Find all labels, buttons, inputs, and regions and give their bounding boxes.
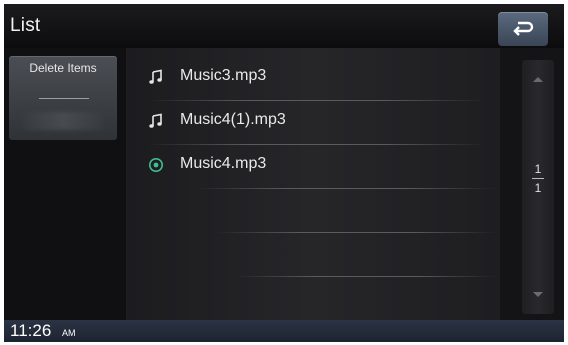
scroll-up-button[interactable]	[522, 66, 554, 94]
scroll-down-button[interactable]	[522, 280, 554, 308]
list-divider	[196, 188, 496, 189]
delete-button-reflection	[23, 112, 103, 130]
list-item-label: Music3.mp3	[180, 67, 267, 84]
app-window: List Delete Items Music3.mp3 Music4(1).m…	[4, 4, 564, 342]
clock-time: 11:26	[10, 321, 52, 340]
delete-items-button[interactable]: Delete Items	[9, 56, 117, 140]
file-list: Music3.mp3 Music4(1).mp3 Music4.mp3	[126, 48, 500, 320]
total-pages: 1	[534, 181, 542, 195]
scroll-down-icon	[533, 292, 543, 297]
left-panel: Delete Items	[4, 48, 126, 320]
back-arrow-icon	[513, 21, 534, 36]
now-playing-icon	[149, 158, 163, 172]
current-page: 1	[534, 162, 542, 176]
list-item[interactable]: Music3.mp3	[126, 56, 500, 100]
page-indicator: 1 1	[522, 162, 554, 196]
header-bar: List	[4, 4, 564, 48]
scroll-track: 1 1	[522, 60, 554, 314]
page-title: List	[10, 15, 41, 36]
list-divider	[236, 276, 496, 277]
music-note-icon	[149, 69, 162, 84]
list-divider	[216, 232, 496, 233]
scrollbar[interactable]: 1 1	[500, 48, 564, 320]
list-item[interactable]: Music4(1).mp3	[126, 100, 500, 144]
clock-ampm: AM	[62, 328, 76, 338]
list-item-now-playing[interactable]: Music4.mp3	[126, 144, 500, 188]
delete-divider	[39, 98, 89, 99]
scroll-up-icon	[533, 77, 543, 82]
page-divider	[532, 178, 544, 179]
list-item-label: Music4.mp3	[180, 155, 267, 172]
status-bar: 11:26 AM	[4, 320, 564, 342]
back-button[interactable]	[498, 12, 548, 46]
list-item-label: Music4(1).mp3	[180, 111, 286, 128]
music-note-icon	[149, 113, 162, 128]
delete-items-label: Delete Items	[29, 61, 97, 75]
